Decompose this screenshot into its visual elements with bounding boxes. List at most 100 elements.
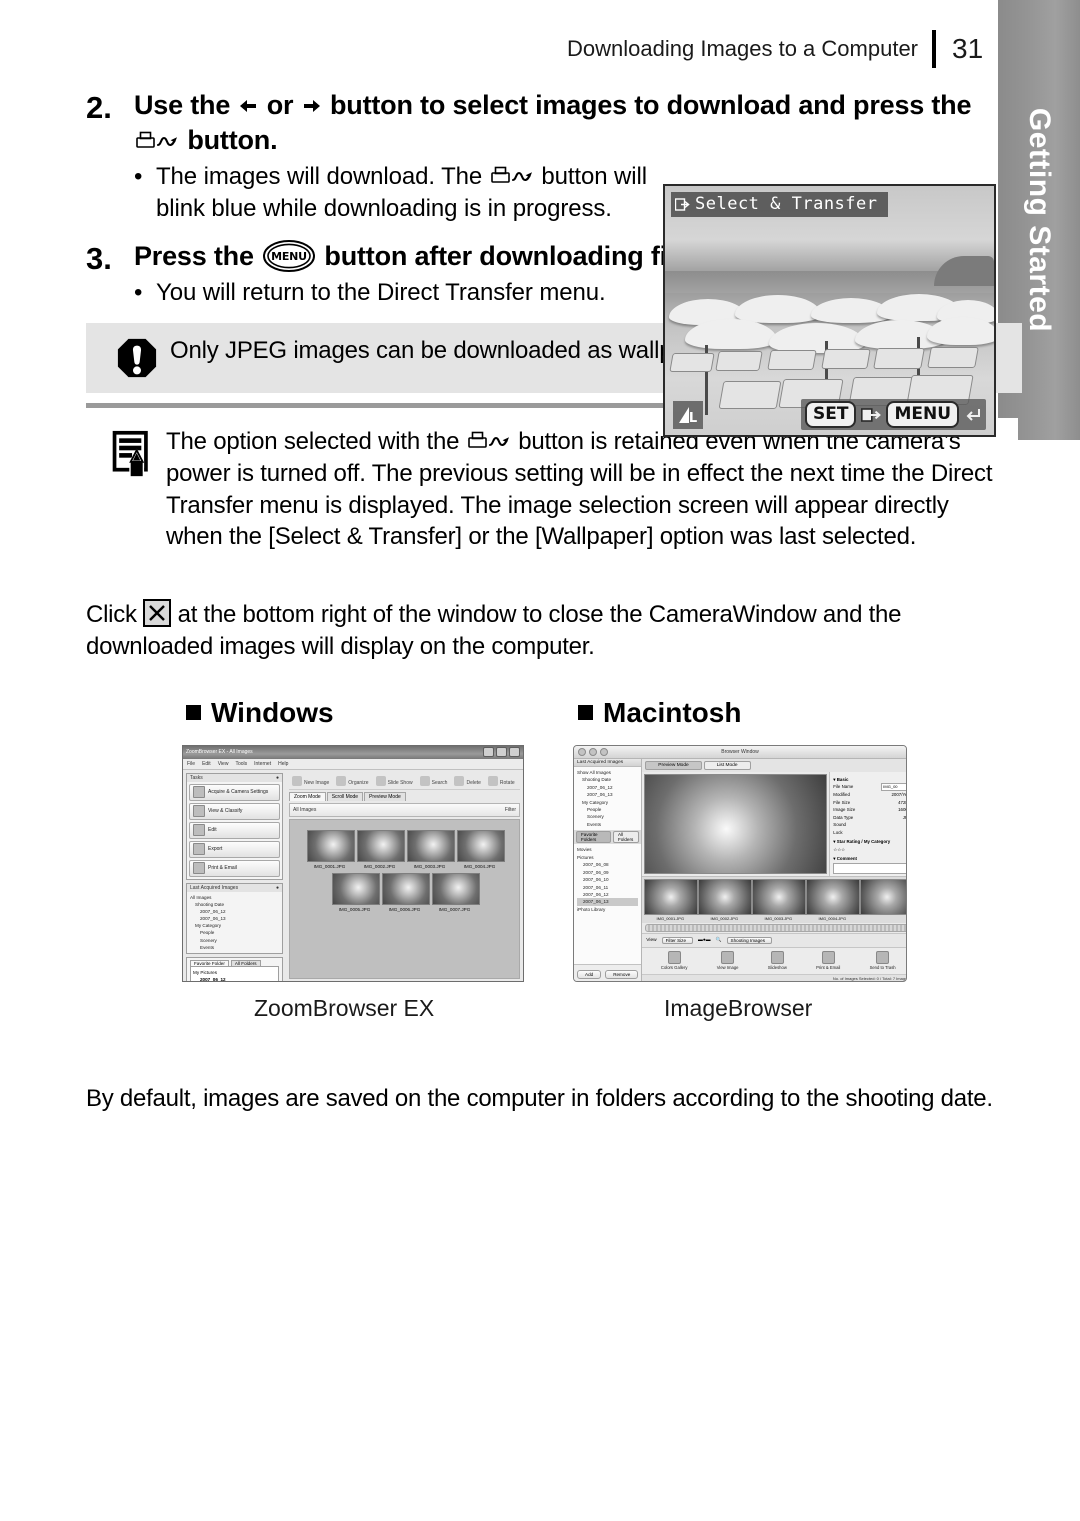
task-edit-button[interactable]: Edit: [189, 821, 280, 839]
star-rating-control[interactable]: ☆☆☆: [833, 846, 906, 853]
info-section-rating[interactable]: ▾ Star Rating / My Category: [833, 838, 906, 845]
toolbar-organize[interactable]: Organize: [336, 775, 369, 786]
toolbar-slideshow[interactable]: Slide Show: [375, 775, 413, 786]
tab-all-folders[interactable]: All Folders: [230, 959, 261, 966]
menu-internet[interactable]: Internet: [254, 761, 271, 767]
minimize-icon[interactable]: [483, 747, 494, 758]
menu-help[interactable]: Help: [278, 761, 288, 767]
remove-folder-button[interactable]: Remove: [605, 969, 639, 979]
folder-2007-06-11[interactable]: 2007_06_11: [577, 884, 638, 891]
imagebrowser-folder-tree[interactable]: Movies Pictures 2007_06_08 2007_06_09 20…: [574, 844, 642, 964]
panel-collapse-icon[interactable]: ●: [276, 775, 279, 781]
thumbnail-item[interactable]: IMG_0003.JPG: [406, 829, 455, 869]
add-folder-button[interactable]: Add: [577, 969, 602, 979]
tree-item-my-category[interactable]: My Category: [577, 799, 638, 806]
tool-slideshow[interactable]: Slideshow: [768, 951, 787, 970]
panel-collapse-icon[interactable]: ●: [276, 885, 279, 891]
menu-file[interactable]: File: [187, 761, 195, 767]
thumbnail-image[interactable]: [306, 829, 355, 862]
toolbar-search[interactable]: Search: [419, 775, 447, 786]
tree-item-my-category[interactable]: My Category: [190, 922, 279, 929]
thumbnail-image[interactable]: [406, 829, 455, 862]
tree-item-date-2[interactable]: 2007_06_13: [190, 915, 279, 922]
task-print-button[interactable]: Print & Email: [189, 859, 280, 877]
folder-tabs[interactable]: Favorite Folder All Folders: [187, 958, 282, 966]
mode-tabs[interactable]: Zoom Mode Scroll Mode Preview Mode: [289, 791, 520, 801]
tree-item-all-images[interactable]: All Images: [190, 894, 279, 901]
tree-item-shooting-date[interactable]: Shooting Date: [577, 776, 638, 783]
tab-preview-mode[interactable]: Preview Mode: [645, 760, 702, 770]
view-control-bar[interactable]: View Filter Size ▬●▬ 🔍 Shooting Images: [642, 933, 906, 947]
menu-view[interactable]: View: [218, 761, 229, 767]
filmstrip-image[interactable]: [698, 878, 753, 915]
thumbnail-image[interactable]: [331, 872, 380, 905]
menu-edit[interactable]: Edit: [202, 761, 211, 767]
view-sort-select[interactable]: Shooting Images: [726, 937, 772, 945]
info-section-basic[interactable]: ▾ Basic: [833, 776, 906, 783]
thumbnail-image[interactable]: [381, 872, 430, 905]
tree-item-events[interactable]: Events: [577, 821, 638, 828]
tab-all-folders[interactable]: All Folders: [612, 831, 640, 844]
imagebrowser-image-tree[interactable]: Show All Images Shooting Date 2007_06_12…: [574, 766, 642, 831]
filmstrip-item[interactable]: [860, 878, 906, 921]
folder-2007-06-09[interactable]: 2007_06_09: [577, 869, 638, 876]
zoombrowser-menu-bar[interactable]: File Edit View Tools Internet Help: [183, 758, 523, 770]
filmstrip-item[interactable]: IMG_0001.JPG: [644, 878, 699, 921]
tab-zoom-mode[interactable]: Zoom Mode: [289, 791, 326, 801]
toolbar-rotate[interactable]: Rotate: [487, 775, 515, 786]
tab-favorite-folders[interactable]: Favorite Folders: [576, 831, 611, 844]
comment-input[interactable]: [833, 862, 906, 874]
tree-item-date-2[interactable]: 2007_06_13: [577, 791, 638, 798]
task-export-button[interactable]: Export: [189, 840, 280, 858]
tree-item-scenery[interactable]: Scenery: [190, 937, 279, 944]
tree-item-scenery[interactable]: Scenery: [577, 813, 638, 820]
folder-iphoto-library[interactable]: iPhoto Library: [577, 906, 638, 913]
tool-send-to-trash[interactable]: Send to Trash: [870, 951, 896, 970]
tree-item-date-1[interactable]: 2007_06_12: [190, 908, 279, 915]
imagebrowser-folder-tabs[interactable]: Favorite Folders All Folders: [574, 830, 642, 845]
folder-pictures[interactable]: Pictures: [577, 854, 638, 861]
filmstrip-image[interactable]: [752, 878, 807, 915]
filmstrip-scrollbar[interactable]: [645, 923, 906, 933]
filmstrip-item[interactable]: IMG_0002.JPG: [698, 878, 753, 921]
thumbnail-grid[interactable]: IMG_0001.JPG IMG_0002.JPG IMG_0003.JPG I…: [289, 818, 520, 979]
folder-2007-06-10[interactable]: 2007_06_10: [577, 876, 638, 883]
folder-2007-06-13[interactable]: 2007_06_13: [577, 898, 639, 906]
tree-item-shooting-date[interactable]: Shooting Date: [190, 901, 279, 908]
tab-scroll-mode[interactable]: Scroll Mode: [326, 791, 364, 801]
toolbar-new-image[interactable]: New Image: [292, 775, 329, 786]
info-section-comment[interactable]: ▾ Comment: [833, 855, 906, 862]
close-icon[interactable]: [509, 747, 520, 758]
tab-list-mode[interactable]: List Mode: [703, 760, 751, 770]
tool-colors-gallery[interactable]: Colors Gallery: [661, 951, 687, 970]
tree-item-events[interactable]: Events: [190, 944, 279, 951]
view-options-bar[interactable]: All Images Filter: [289, 802, 520, 817]
tree-item-people[interactable]: People: [577, 806, 638, 813]
tool-view-image[interactable]: View Image: [717, 951, 739, 970]
filmstrip-image[interactable]: [644, 878, 699, 915]
task-acquire-button[interactable]: Acquire & Camera Settings: [189, 783, 280, 801]
window-controls[interactable]: [483, 747, 520, 758]
thumbnail-item[interactable]: IMG_0005.JPG: [331, 872, 380, 912]
tree-item-show-all[interactable]: Show All Images: [577, 769, 638, 776]
thumbnail-item[interactable]: IMG_0002.JPG: [356, 829, 405, 869]
thumbnail-item[interactable]: IMG_0007.JPG: [431, 872, 480, 912]
imagebrowser-mode-tabs[interactable]: Preview Mode List Mode: [642, 758, 906, 772]
thumbnail-item[interactable]: IMG_0001.JPG: [306, 829, 355, 869]
filmstrip-item[interactable]: IMG_0003.JPG: [752, 878, 807, 921]
folder-movies[interactable]: Movies: [577, 846, 638, 853]
maximize-icon[interactable]: [496, 747, 507, 758]
zoom-in-icon[interactable]: 🔍: [716, 938, 722, 943]
zoombrowser-toolbar[interactable]: New Image Organize Slide Show Search Del…: [289, 773, 520, 790]
tab-preview-mode[interactable]: Preview Mode: [364, 791, 406, 801]
image-tree[interactable]: All Images Shooting Date 2007_06_12 2007…: [187, 892, 282, 953]
tree-item-people[interactable]: People: [190, 929, 279, 936]
view-size-select[interactable]: Filter Size: [661, 937, 694, 945]
tab-favorite-folder[interactable]: Favorite Folder: [190, 959, 229, 966]
filmstrip-image[interactable]: [806, 878, 861, 915]
folder-2007-06-08[interactable]: 2007_06_08: [577, 861, 638, 868]
folder-my-pictures[interactable]: My Pictures: [193, 969, 276, 976]
thumbnail-image[interactable]: [431, 872, 480, 905]
filmstrip-item[interactable]: IMG_0004.JPG: [806, 878, 861, 921]
preview-image[interactable]: [644, 773, 828, 874]
